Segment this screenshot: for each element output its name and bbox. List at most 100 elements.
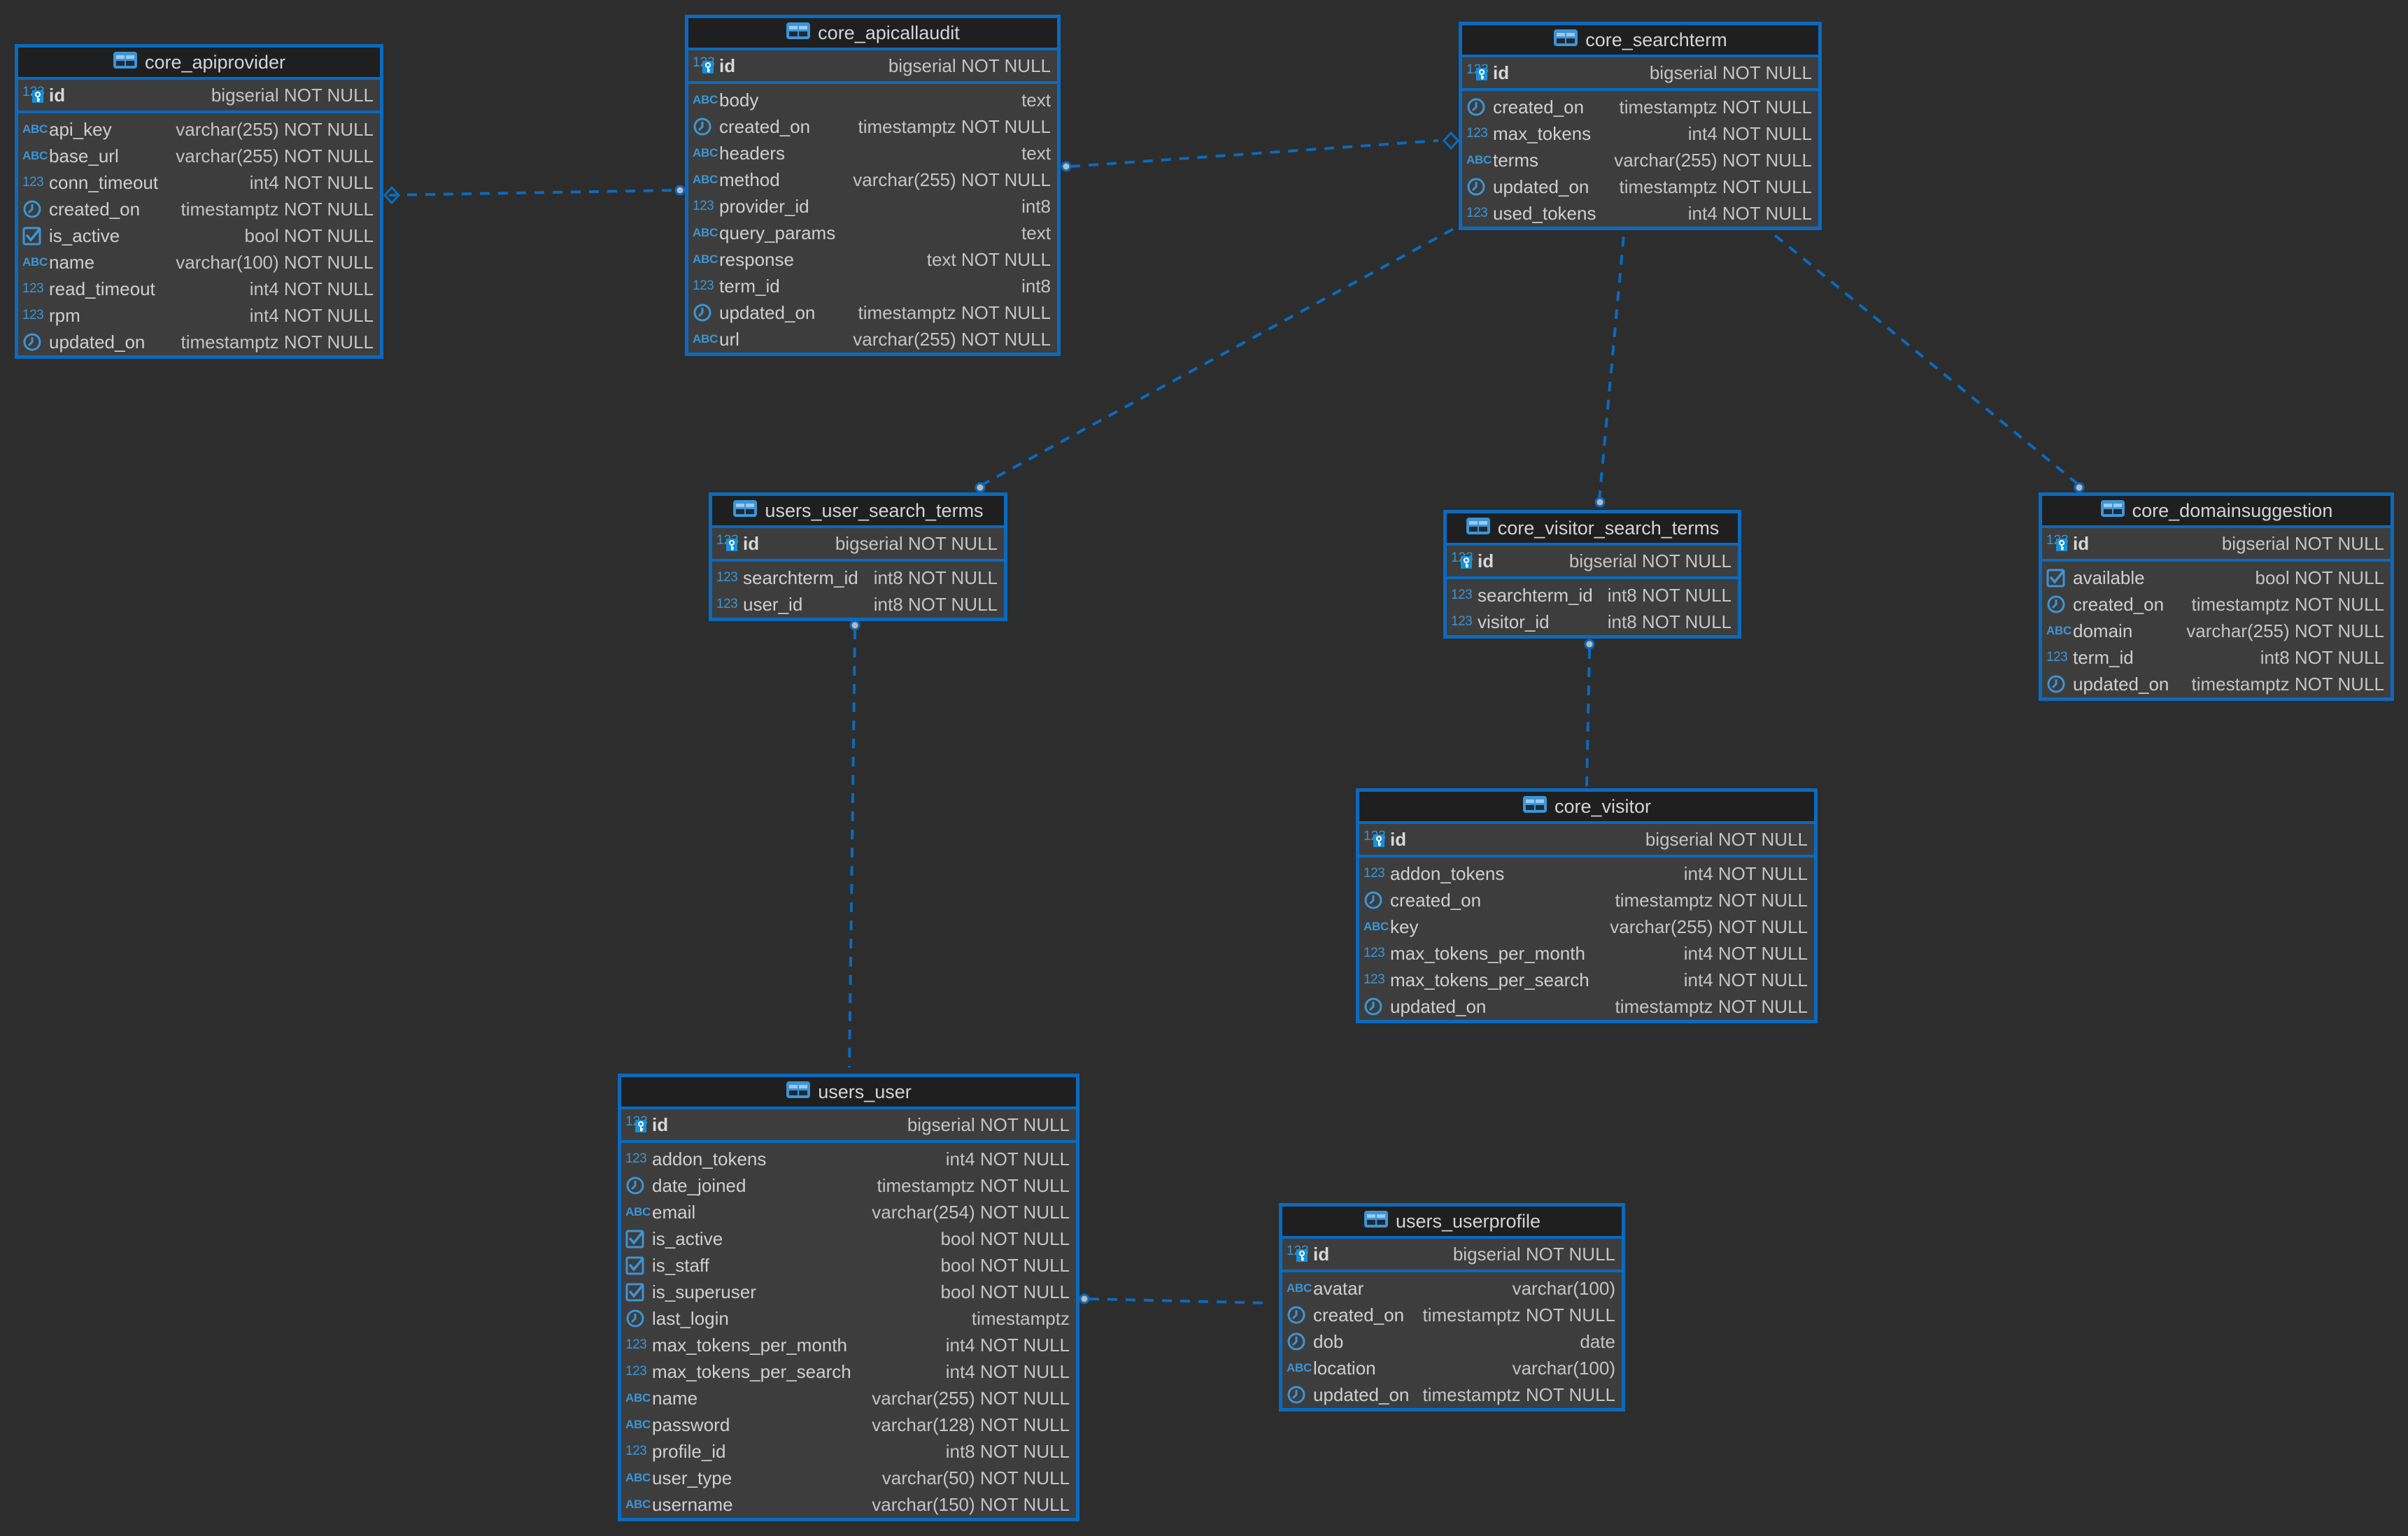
column-row[interactable]: 123 user_id int8 NOT NULL — [712, 591, 1004, 618]
column-row[interactable]: ABC name varchar(100) NOT NULL — [18, 249, 380, 276]
primary-key-row[interactable]: 123id bigserial NOT NULL — [1282, 1239, 1622, 1272]
column-row[interactable]: created_on timestamptz NOT NULL — [1462, 94, 1818, 120]
table-core-apiprovider[interactable]: core_apiprovider123idbigserial NOT NULL A… — [15, 44, 383, 359]
primary-key-row[interactable]: 123id bigserial NOT NULL — [621, 1109, 1076, 1143]
column-row[interactable]: 123 max_tokens_per_month int4 NOT NULL — [1359, 940, 1814, 967]
table-header[interactable]: users_user — [621, 1077, 1076, 1109]
table-core-visitor-search-terms[interactable]: core_visitor_search_terms123idbigserial … — [1443, 510, 1741, 639]
column-row[interactable]: 123 max_tokens_per_month int4 NOT NULL — [621, 1332, 1076, 1358]
column-row[interactable]: 123 used_tokens int4 NOT NULL — [1462, 200, 1818, 227]
column-row[interactable]: is_active bool NOT NULL — [18, 222, 380, 249]
primary-key-row[interactable]: 123id bigserial NOT NULL — [688, 50, 1057, 84]
column-row[interactable]: ABC terms varchar(255) NOT NULL — [1462, 147, 1818, 173]
column-row[interactable]: ABC domain varchar(255) NOT NULL — [2042, 618, 2391, 644]
table-header[interactable]: core_searchterm — [1462, 25, 1818, 57]
column-row[interactable]: ABC location varchar(100) — [1282, 1355, 1622, 1381]
link-user-userprofile[interactable] — [1089, 1297, 1270, 1304]
column-row[interactable]: 123 term_id int8 NOT NULL — [2042, 644, 2391, 671]
column-row[interactable]: 123 addon_tokens int4 NOT NULL — [1359, 860, 1814, 887]
column-row[interactable]: ABC key varchar(255) NOT NULL — [1359, 913, 1814, 940]
column-row[interactable]: 123 term_id int8 — [688, 273, 1057, 299]
primary-key-row[interactable]: 123id bigserial NOT NULL — [712, 528, 1004, 562]
column-row[interactable]: updated_on timestamptz NOT NULL — [2042, 671, 2391, 697]
column-row[interactable]: ABC body text — [688, 87, 1057, 113]
table-name: users_user — [818, 1081, 912, 1102]
column-row[interactable]: ABC avatar varchar(100) — [1282, 1275, 1622, 1302]
primary-key-row[interactable]: 123id bigserial NOT NULL — [1462, 57, 1818, 91]
column-row[interactable]: ABC base_url varchar(255) NOT NULL — [18, 143, 380, 169]
link-visitorsearchterms-visitor[interactable] — [1585, 648, 1591, 787]
table-core-visitor[interactable]: core_visitor123idbigserial NOT NULL123ad… — [1356, 788, 1818, 1023]
table-users-user[interactable]: users_user 123idbigserial NOT NULL 123addo… — [618, 1074, 1079, 1521]
table-users-user-search-terms[interactable]: users_user_search_terms123idbigserial NO… — [709, 492, 1007, 621]
column-type: int4 NOT NULL — [249, 304, 374, 326]
column-row[interactable]: updated_on timestamptz NOT NULL — [1462, 173, 1818, 200]
column-row[interactable]: updated_on timestamptz NOT NULL — [1359, 993, 1814, 1020]
column-row[interactable]: 123 addon_tokens int4 NOT NULL — [621, 1146, 1076, 1172]
column-row[interactable]: ABC user_type varchar(50) NOT NULL — [621, 1465, 1076, 1491]
primary-key-row[interactable]: 123id bigserial NOT NULL — [2042, 528, 2391, 562]
column-row[interactable]: available bool NOT NULL — [2042, 564, 2391, 591]
column-row[interactable]: is_active bool NOT NULL — [621, 1225, 1076, 1252]
table-core-apicallaudit[interactable]: core_apicallaudit123idbigserial NOT NULL… — [685, 15, 1061, 356]
link-apicallaudit-searchterm[interactable] — [1070, 139, 1439, 168]
column-row[interactable]: 123 max_tokens_per_search int4 NOT NULL — [1359, 967, 1814, 993]
column-row[interactable]: created_on timestamptz NOT NULL — [18, 196, 380, 222]
table-core-domainsuggestion[interactable]: core_domainsuggestion123idbigserial NOT … — [2039, 492, 2394, 701]
table-core-searchterm[interactable]: core_searchterm123idbigserial NOT NULL cr… — [1459, 22, 1822, 230]
column-row[interactable]: created_on timestamptz NOT NULL — [688, 113, 1057, 140]
column-name: visitor_id — [1478, 611, 1550, 632]
column-row[interactable]: ABC response text NOT NULL — [688, 246, 1057, 273]
link-domainsuggestion-searchterm[interactable] — [1771, 232, 2079, 485]
column-row[interactable]: 123 profile_id int8 NOT NULL — [621, 1438, 1076, 1465]
column-row[interactable]: created_on timestamptz NOT NULL — [1359, 887, 1814, 913]
primary-key-row[interactable]: 123id bigserial NOT NULL — [1447, 546, 1738, 579]
column-row[interactable]: dob date — [1282, 1328, 1622, 1355]
column-row[interactable]: 123 rpm int4 NOT NULL — [18, 302, 380, 329]
column-row[interactable]: updated_on timestamptz NOT NULL — [1282, 1381, 1622, 1408]
text-icon: ABC — [693, 146, 718, 159]
column-row[interactable]: updated_on timestamptz NOT NULL — [18, 329, 380, 355]
column-name: domain — [2073, 620, 2133, 641]
column-type: int8 NOT NULL — [945, 1440, 1070, 1462]
column-row[interactable]: ABC headers text — [688, 140, 1057, 166]
table-header[interactable]: core_visitor_search_terms — [1447, 513, 1738, 546]
table-header[interactable]: core_apiprovider — [18, 48, 380, 80]
column-row[interactable]: ABC url varchar(255) NOT NULL — [688, 326, 1057, 353]
table-users-userprofile[interactable]: users_userprofile 123id bigserial NOT NULL… — [1279, 1203, 1625, 1411]
column-row[interactable]: last_login timestamptz — [621, 1305, 1076, 1332]
link-visitorsearchterms-searchterm[interactable] — [1598, 234, 1625, 501]
column-row[interactable]: 123 max_tokens int4 NOT NULL — [1462, 120, 1818, 147]
column-row[interactable]: is_staff bool NOT NULL — [621, 1252, 1076, 1279]
column-name: updated_on — [2073, 673, 2169, 695]
column-row[interactable]: 123 conn_timeout int4 NOT NULL — [18, 169, 380, 196]
column-row[interactable]: updated_on timestamptz NOT NULL — [688, 299, 1057, 326]
column-row[interactable]: 123 provider_id int8 — [688, 193, 1057, 220]
column-row[interactable]: ABC password varchar(128) NOT NULL — [621, 1411, 1076, 1438]
primary-key-row[interactable]: 123id bigserial NOT NULL — [18, 80, 380, 113]
column-row[interactable]: ABC email varchar(254) NOT NULL — [621, 1199, 1076, 1225]
column-row[interactable]: 123 visitor_id int8 NOT NULL — [1447, 609, 1738, 635]
column-row[interactable]: date_joined timestamptz NOT NULL — [621, 1172, 1076, 1199]
column-row[interactable]: created_on timestamptz NOT NULL — [1282, 1302, 1622, 1328]
column-row[interactable]: created_on timestamptz NOT NULL — [2042, 591, 2391, 618]
table-header[interactable]: users_userprofile — [1282, 1207, 1622, 1239]
column-row[interactable]: ABC name varchar(255) NOT NULL — [621, 1385, 1076, 1411]
column-row[interactable]: 123 searchterm_id int8 NOT NULL — [1447, 582, 1738, 609]
table-header[interactable]: core_visitor — [1359, 792, 1814, 824]
link-apicallaudit-apiprovider[interactable] — [388, 189, 677, 197]
table-header[interactable]: users_user_search_terms — [712, 496, 1004, 528]
link-usersearchterms-user[interactable] — [848, 629, 856, 1068]
column-type: bigserial NOT NULL — [907, 1114, 1070, 1135]
column-row[interactable]: 123 searchterm_id int8 NOT NULL — [712, 564, 1004, 591]
column-row[interactable]: ABC method varchar(255) NOT NULL — [688, 166, 1057, 193]
column-row[interactable]: ABC username varchar(150) NOT NULL — [621, 1491, 1076, 1518]
table-header[interactable]: core_domainsuggestion — [2042, 496, 2391, 528]
column-row[interactable]: ABC query_params text — [688, 220, 1057, 246]
column-row[interactable]: 123 read_timeout int4 NOT NULL — [18, 276, 380, 302]
column-row[interactable]: 123 max_tokens_per_search int4 NOT NULL — [621, 1358, 1076, 1385]
column-row[interactable]: is_superuser bool NOT NULL — [621, 1279, 1076, 1305]
table-header[interactable]: core_apicallaudit — [688, 18, 1057, 50]
column-row[interactable]: ABC api_key varchar(255) NOT NULL — [18, 116, 380, 143]
primary-key-row[interactable]: 123id bigserial NOT NULL — [1359, 824, 1814, 858]
